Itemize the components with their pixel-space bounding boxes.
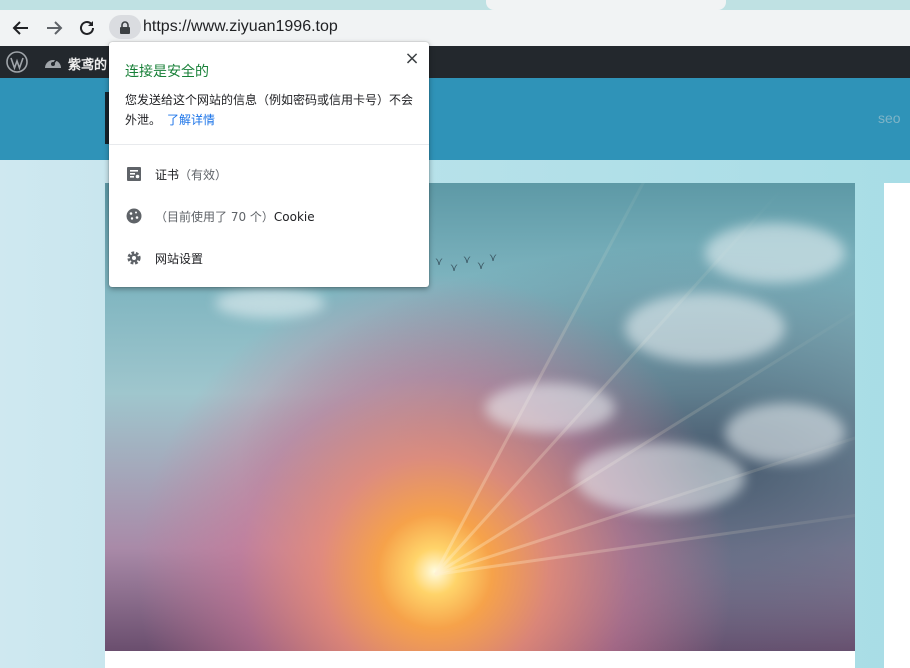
header-nav-item[interactable]: seo xyxy=(878,110,901,126)
post-card-body xyxy=(105,651,855,668)
back-button[interactable] xyxy=(8,16,34,40)
connection-security-popup: × 连接是安全的 您发送给这个网站的信息（例如密码或信用卡号）不会外泄。 了解详情… xyxy=(109,42,429,287)
active-tab[interactable] xyxy=(486,0,726,10)
cookie-item[interactable]: （目前使用了 70 个）Cookie xyxy=(109,196,429,236)
bird: ⋎ xyxy=(477,259,486,272)
close-button[interactable]: × xyxy=(403,50,421,68)
lock-icon xyxy=(120,20,130,34)
wordpress-logo-icon[interactable] xyxy=(6,51,28,73)
address-bar-url[interactable]: https://www.ziyuan1996.top xyxy=(143,18,338,36)
divider xyxy=(109,144,429,145)
cloud xyxy=(725,403,845,463)
certificate-item[interactable]: 证书（有效） xyxy=(109,154,429,194)
admin-bar-site-name[interactable]: 紫鸢的 xyxy=(68,54,107,73)
sidebar-card xyxy=(884,183,910,668)
popup-description: 您发送给这个网站的信息（例如密码或信用卡号）不会外泄。 了解详情 xyxy=(125,90,421,130)
arrow-left-icon xyxy=(12,21,28,35)
gear-icon xyxy=(127,251,141,265)
reload-button[interactable] xyxy=(74,16,100,40)
cloud xyxy=(625,293,785,363)
cookie-label-text: Cookie xyxy=(273,210,315,224)
site-settings-item[interactable]: 网站设置 xyxy=(109,238,429,278)
certificate-label-text: 证书 xyxy=(155,168,180,182)
reload-icon xyxy=(80,20,94,35)
bird: ⋎ xyxy=(450,261,459,274)
cookie-label: （目前使用了 70 个）Cookie xyxy=(155,208,315,225)
cookie-count: （目前使用了 70 个） xyxy=(155,210,274,224)
close-icon: × xyxy=(404,48,420,69)
bird: ⋎ xyxy=(435,255,444,268)
forward-button[interactable] xyxy=(41,16,67,40)
dashboard-icon xyxy=(45,58,61,68)
certificate-label: 证书（有效） xyxy=(155,166,227,183)
arrow-right-icon xyxy=(47,21,63,35)
bird: ⋎ xyxy=(463,253,472,266)
light-ray xyxy=(433,183,681,576)
site-settings-label: 网站设置 xyxy=(155,252,204,266)
browser-toolbar: https://www.ziyuan1996.top xyxy=(0,10,910,46)
cloud xyxy=(215,288,325,318)
learn-more-link[interactable]: 了解详情 xyxy=(167,113,215,127)
cloud xyxy=(485,383,615,433)
cookie-icon xyxy=(126,208,142,224)
cloud xyxy=(705,223,845,283)
certificate-status: （有效） xyxy=(179,168,228,182)
tab-strip xyxy=(0,0,910,10)
certificate-icon xyxy=(127,167,141,181)
site-info-button[interactable] xyxy=(109,15,141,39)
bird: ⋎ xyxy=(489,251,498,264)
popup-title: 连接是安全的 xyxy=(125,64,209,80)
cloud xyxy=(575,443,745,513)
